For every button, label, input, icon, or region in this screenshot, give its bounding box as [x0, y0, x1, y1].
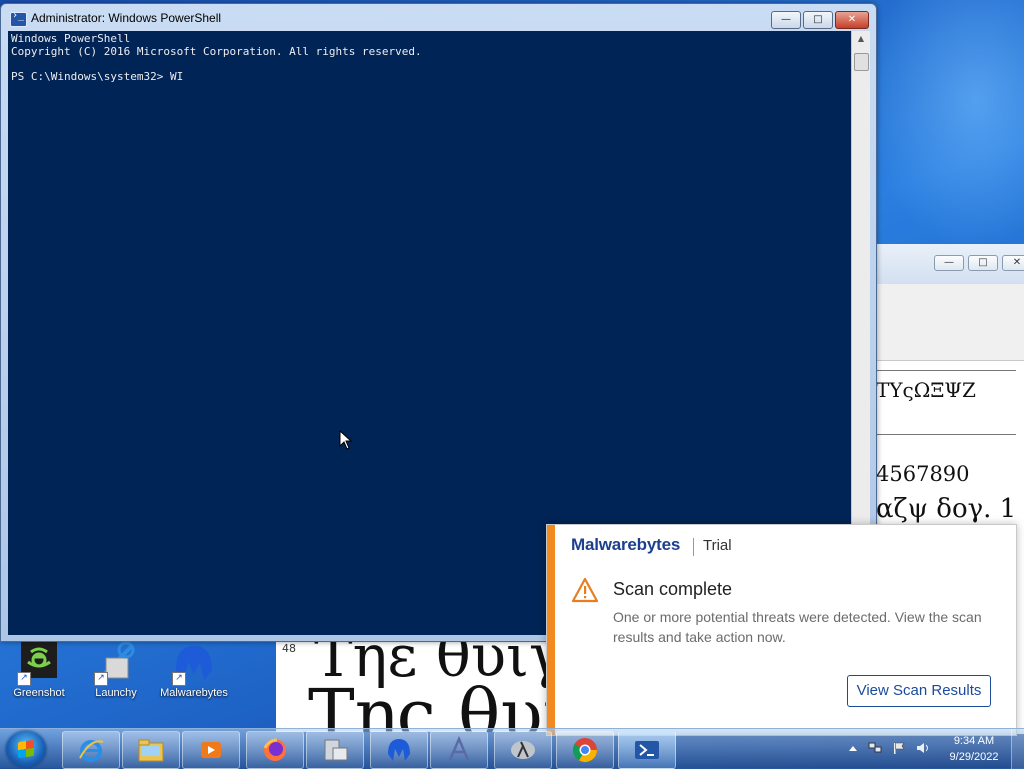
desktop-icon-label: Malwarebytes	[160, 687, 228, 699]
font-viewer-toolbar	[876, 284, 1024, 361]
taskbar-windows-explorer[interactable]	[122, 731, 180, 769]
desktop-icon-label: Launchy	[95, 687, 137, 699]
font-viewer-maximize-button[interactable]: □	[968, 255, 998, 271]
font-viewer-minimize-button[interactable]: —	[934, 255, 964, 271]
scroll-up-icon[interactable]: ▲	[852, 31, 870, 47]
notification-body: One or more potential threats were detec…	[613, 609, 982, 645]
shortcut-arrow-icon: ↗	[94, 672, 108, 686]
firefox-icon	[263, 738, 286, 761]
lower-sample-text: αζψ δογ. 1	[876, 494, 1017, 524]
malwarebytes-icon: ↗	[170, 640, 218, 686]
greenshot-icon: ↗	[15, 640, 63, 686]
notification-heading: Scan complete	[613, 579, 733, 599]
font-tool-icon	[448, 736, 470, 761]
show-desktop-button[interactable]	[1011, 729, 1024, 769]
malwarebytes-icon	[388, 739, 410, 761]
mouse-cursor-icon	[339, 430, 353, 450]
powershell-icon	[10, 10, 27, 27]
digits-sample-text: 4567890	[876, 462, 970, 486]
taskbar: 9:34 AM 9/29/2022	[0, 728, 1024, 769]
taskbar-malwarebytes[interactable]	[370, 731, 428, 769]
close-button[interactable]: ✕	[835, 11, 869, 29]
minimize-button[interactable]: —	[771, 11, 801, 29]
desktop-icon-malwarebytes[interactable]: ↗ Malwarebytes	[156, 640, 232, 699]
clock-date: 9/29/2022	[949, 751, 999, 763]
network-icon[interactable]	[868, 742, 882, 754]
desktop-wallpaper	[864, 0, 1024, 250]
start-button[interactable]	[6, 731, 46, 767]
font-viewer-titlebar[interactable]: — □ ✕	[876, 244, 1024, 285]
font-preview-large: 48 Τηε θυιγκ Της θυιγκ βρωων	[276, 640, 548, 732]
desktop-icon-label: Greenshot	[13, 687, 65, 699]
action-center-flag-icon[interactable]	[892, 742, 906, 754]
notification-accent-bar	[547, 525, 555, 735]
console-output: Windows PowerShell Copyright (C) 2016 Mi…	[11, 32, 422, 83]
desktop-icon-launchy[interactable]: ↗ Launchy	[78, 640, 154, 699]
powershell-icon	[635, 741, 659, 759]
size-label: 48	[282, 642, 296, 655]
taskbar-chrome[interactable]	[556, 731, 614, 769]
divider	[876, 370, 1016, 371]
malwarebytes-logo: Malwarebytes	[571, 535, 681, 554]
shortcut-arrow-icon: ↗	[17, 672, 31, 686]
show-hidden-icons-icon[interactable]	[846, 742, 860, 754]
taskbar-server-manager[interactable]	[306, 731, 364, 769]
malwarebytes-notification[interactable]: Malwarebytes Trial Scan complete One or …	[546, 524, 1017, 736]
window-title: Administrator: Windows PowerShell	[31, 11, 222, 25]
internet-explorer-icon	[79, 740, 104, 762]
launchy-icon: ↗	[92, 640, 140, 686]
taskbar-clock[interactable]: 9:34 AM 9/29/2022	[944, 733, 1004, 765]
maximize-button[interactable]: □	[803, 11, 833, 29]
warning-icon	[571, 577, 599, 603]
taskbar-media-player[interactable]	[182, 731, 240, 769]
view-scan-results-button[interactable]: View Scan Results	[847, 675, 991, 707]
media-player-icon	[201, 742, 221, 758]
shortcut-arrow-icon: ↗	[172, 672, 186, 686]
chrome-icon	[572, 738, 597, 763]
lambda-icon	[511, 741, 535, 759]
volume-icon[interactable]	[916, 742, 930, 754]
edition-label: Trial	[703, 537, 732, 554]
font-viewer-close-button[interactable]: ✕	[1002, 255, 1024, 271]
taskbar-firefox[interactable]	[246, 731, 304, 769]
desktop-icon-greenshot[interactable]: ↗ Greenshot	[1, 640, 77, 699]
upper-sample-text: ΤΥςΩΞΨΖ	[876, 378, 976, 402]
taskbar-powershell[interactable]	[618, 731, 676, 769]
folder-icon	[138, 739, 164, 762]
clock-time: 9:34 AM	[953, 735, 995, 747]
large-sample-line-2: Της θυιγκ βρωων	[308, 674, 548, 732]
taskbar-font-tool[interactable]	[430, 731, 488, 769]
server-manager-icon	[324, 739, 348, 761]
scroll-thumb[interactable]	[854, 53, 869, 71]
divider	[876, 434, 1016, 435]
divider	[693, 538, 694, 556]
taskbar-internet-explorer[interactable]	[62, 731, 120, 769]
taskbar-lambda-app[interactable]	[494, 731, 552, 769]
